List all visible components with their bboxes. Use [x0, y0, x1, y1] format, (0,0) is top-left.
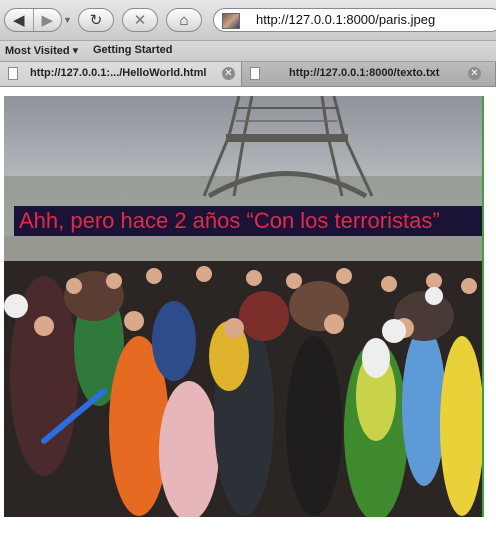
image-edge — [482, 96, 484, 517]
bookmarks-bar: Most Visited ▾ Getting Started — [0, 41, 496, 62]
tab-strip: http://127.0.0.1:.../HelloWorld.html ✕ h… — [0, 62, 496, 87]
image-caption: Ahh, pero hace 2 años “Con los terrorist… — [14, 206, 482, 236]
tab-texto[interactable]: http://127.0.0.1:8000/texto.txt ✕ — [242, 62, 496, 86]
reload-icon: ↻ — [89, 12, 103, 29]
url-bar[interactable]: http://127.0.0.1:8000/paris.jpeg — [213, 8, 496, 32]
back-arrow-icon[interactable]: ◀ — [5, 11, 33, 29]
forward-arrow-icon[interactable]: ▶ — [34, 11, 62, 29]
home-icon: ⌂ — [179, 11, 189, 29]
chevron-down-icon: ▾ — [72, 45, 79, 57]
page-content: Ahh, pero hace 2 años “Con los terrorist… — [0, 87, 496, 558]
reload-button[interactable]: ↻ — [78, 8, 114, 32]
crowd-at-eiffel-tower-image — [4, 96, 482, 517]
tab-helloworld[interactable]: http://127.0.0.1:.../HelloWorld.html ✕ — [0, 62, 242, 86]
back-forward-group: ◀ ▶ — [4, 8, 62, 32]
home-button[interactable]: ⌂ — [166, 8, 202, 32]
stop-button[interactable]: ✕ — [122, 8, 158, 32]
bookmark-most-visited[interactable]: Most Visited ▾ — [5, 44, 78, 57]
bookmark-most-visited-label: Most Visited — [5, 45, 70, 57]
paris-photo: Ahh, pero hace 2 años “Con los terrorist… — [4, 96, 482, 517]
browser-toolbar: ◀ ▶ ▼ ↻ ✕ ⌂ http://127.0.0.1:8000/paris.… — [0, 0, 496, 41]
document-icon — [8, 67, 18, 80]
site-favicon — [222, 13, 240, 29]
url-text[interactable]: http://127.0.0.1:8000/paris.jpeg — [256, 12, 435, 27]
close-tab-icon[interactable]: ✕ — [468, 67, 481, 80]
stop-icon: ✕ — [133, 12, 147, 29]
tab-label: http://127.0.0.1:8000/texto.txt — [289, 67, 440, 79]
tab-label: http://127.0.0.1:.../HelloWorld.html — [30, 67, 207, 79]
caption-text: Ahh, pero hace 2 años “Con los terrorist… — [19, 208, 440, 233]
document-icon — [250, 67, 260, 80]
close-tab-icon[interactable]: ✕ — [222, 67, 235, 80]
chevron-down-icon[interactable]: ▼ — [63, 15, 72, 25]
bookmark-getting-started[interactable]: Getting Started — [93, 44, 172, 56]
